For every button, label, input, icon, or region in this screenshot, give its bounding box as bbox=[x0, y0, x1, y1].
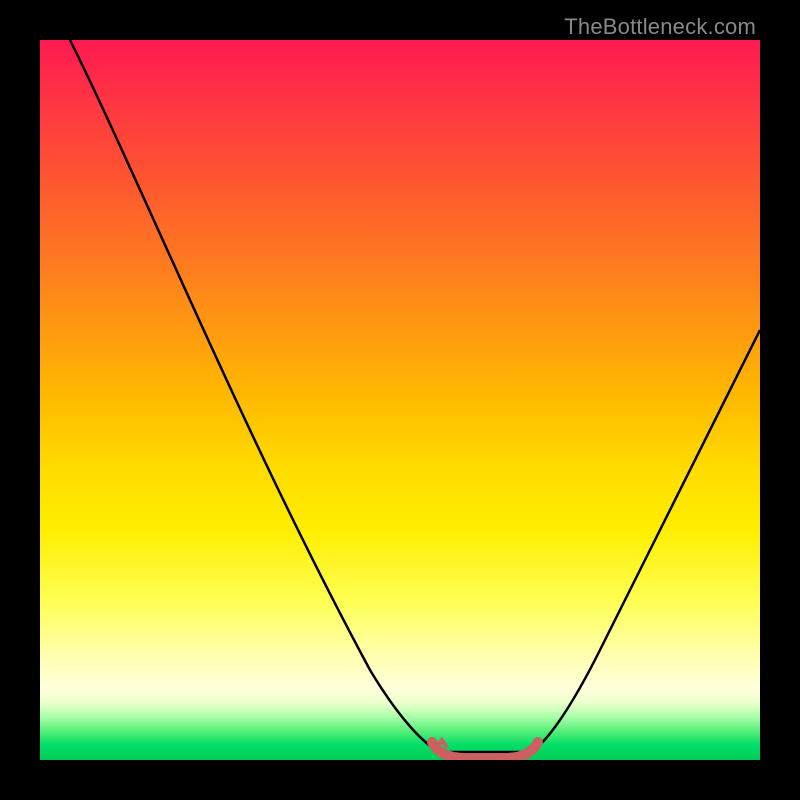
chart-container: TheBottleneck.com bbox=[0, 0, 800, 800]
optimal-band bbox=[432, 742, 538, 758]
curve-svg bbox=[40, 40, 760, 760]
bottleneck-curve bbox=[70, 40, 760, 752]
plot-area bbox=[40, 40, 760, 760]
optimal-band-accent bbox=[438, 740, 446, 746]
watermark-text: TheBottleneck.com bbox=[564, 14, 756, 40]
